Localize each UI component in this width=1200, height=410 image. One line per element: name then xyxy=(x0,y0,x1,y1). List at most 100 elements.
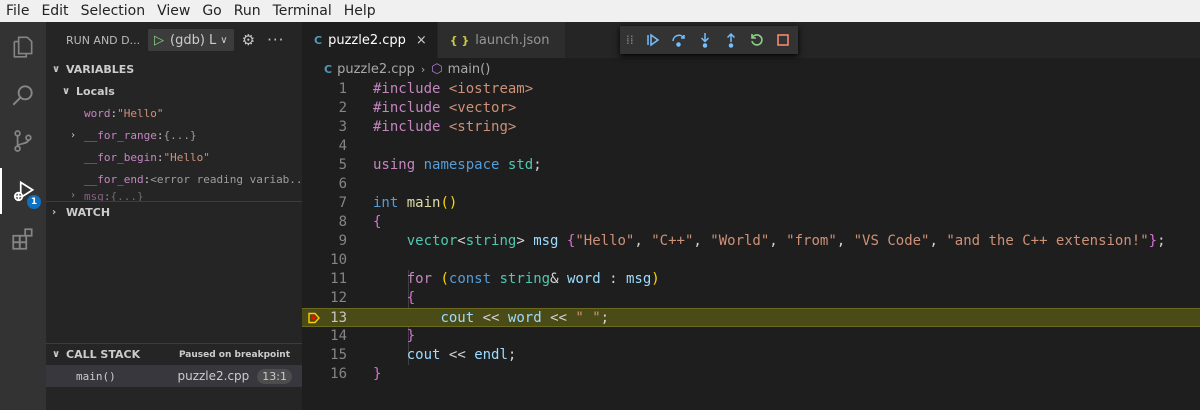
start-debug-icon[interactable]: ▷ xyxy=(154,33,164,48)
step-out-icon[interactable] xyxy=(718,27,744,53)
breadcrumb-file[interactable]: puzzle2.cpp xyxy=(337,62,415,77)
line-number[interactable]: 14 xyxy=(302,327,347,346)
code-text: { xyxy=(373,214,382,230)
line-number[interactable]: 1 xyxy=(302,80,347,99)
tab-label: launch.json xyxy=(475,32,550,48)
stack-frame[interactable]: main() puzzle2.cpp 13:1 xyxy=(46,365,302,387)
code-line[interactable]: 11 for (const string& word : msg) xyxy=(302,270,1200,289)
variable-name: __for_range xyxy=(84,128,157,142)
line-number[interactable]: 10 xyxy=(302,251,347,270)
explorer-icon[interactable] xyxy=(0,24,46,70)
line-number[interactable]: 7 xyxy=(302,194,347,213)
call-stack-section-header[interactable]: ∨ CALL STACK Paused on breakpoint xyxy=(46,343,302,365)
source-control-icon[interactable] xyxy=(0,118,46,164)
watch-header-label: WATCH xyxy=(66,206,111,219)
locals-label: Locals xyxy=(76,84,115,98)
launch-config-label: (gdb) L xyxy=(170,32,217,48)
code-line[interactable]: 14 } xyxy=(302,327,1200,346)
launch-config-select[interactable]: ▷ (gdb) L ∨ xyxy=(148,29,234,51)
current-code-line[interactable]: 13 cout << word << " "; xyxy=(302,308,1200,327)
code-line[interactable]: 1 #include <iostream> xyxy=(302,80,1200,99)
menu-selection[interactable]: Selection xyxy=(75,0,152,22)
continue-icon[interactable] xyxy=(640,27,666,53)
code-line[interactable]: 16} xyxy=(302,365,1200,384)
code-line[interactable]: 9 vector<string> msg {"Hello", "C++", "W… xyxy=(302,232,1200,251)
line-number[interactable]: 11 xyxy=(302,270,347,289)
line-number[interactable]: 5 xyxy=(302,156,347,175)
line-number[interactable]: 12 xyxy=(302,289,347,308)
gear-icon[interactable]: ⚙ xyxy=(242,31,255,49)
cpp-file-icon: C xyxy=(324,62,333,76)
code-line[interactable]: 12 { xyxy=(302,289,1200,308)
menu-file[interactable]: File xyxy=(0,0,35,22)
code-line[interactable]: 15 cout << endl; xyxy=(302,346,1200,365)
line-number[interactable]: 15 xyxy=(302,346,347,365)
close-icon[interactable]: × xyxy=(416,33,427,48)
locals-scope[interactable]: ∨ Locals xyxy=(46,80,302,102)
code-text: cout << endl; xyxy=(406,347,517,363)
variable-sep: : xyxy=(110,106,118,120)
variable-sep: : xyxy=(156,128,164,142)
line-number[interactable]: 6 xyxy=(302,175,347,194)
debug-sidebar: RUN AND D... ▷ (gdb) L ∨ ⚙ ··· ∨ VARIABL… xyxy=(46,22,302,410)
search-icon[interactable] xyxy=(0,72,46,118)
chevron-down-icon: ∨ xyxy=(62,85,71,97)
stop-icon[interactable] xyxy=(770,27,796,53)
variables-header-label: VARIABLES xyxy=(66,62,135,76)
tab-puzzle2-cpp[interactable]: C puzzle2.cpp × xyxy=(302,22,438,58)
menu-terminal[interactable]: Terminal xyxy=(267,0,338,22)
more-actions-icon[interactable]: ··· xyxy=(267,31,284,49)
code-line[interactable]: 5 using namespace std; xyxy=(302,156,1200,175)
menu-view[interactable]: View xyxy=(151,0,196,22)
variables-section-header[interactable]: ∨ VARIABLES xyxy=(46,58,302,80)
code-editor[interactable]: 1 #include <iostream> 2 #include <vector> 3 #… xyxy=(302,80,1200,410)
line-number[interactable]: 3 xyxy=(302,118,347,137)
restart-icon[interactable] xyxy=(744,27,770,53)
code-line[interactable]: 6 xyxy=(302,175,1200,194)
variable-row[interactable]: › __for_range: {...} xyxy=(46,124,302,146)
code-line[interactable]: 4 xyxy=(302,137,1200,156)
menu-run[interactable]: Run xyxy=(228,0,267,22)
code-text: int main() xyxy=(373,195,458,211)
debug-badge: 1 xyxy=(27,195,41,209)
code-line[interactable]: 2 #include <vector> xyxy=(302,99,1200,118)
variable-row[interactable]: __for_begin: "Hello" xyxy=(46,146,302,168)
run-debug-icon[interactable]: 1 xyxy=(0,168,46,214)
code-text: vector<string> msg {"Hello", "C++", "Wor… xyxy=(406,233,1166,249)
breadcrumb-symbol[interactable]: main() xyxy=(448,62,491,77)
drag-handle-icon[interactable]: ⁞⁞ xyxy=(626,33,640,47)
extensions-icon[interactable] xyxy=(0,216,46,262)
watch-section-header[interactable]: › WATCH xyxy=(46,201,302,223)
breadcrumb: C puzzle2.cpp › ⬡ main() xyxy=(302,58,1200,80)
code-line[interactable]: 10 xyxy=(302,251,1200,270)
chevron-down-icon: ∨ xyxy=(52,63,61,75)
stack-frame-position: 13:1 xyxy=(257,368,292,384)
activity-bar: 1 xyxy=(0,22,46,410)
variable-value: "Hello" xyxy=(117,106,164,120)
menu-help[interactable]: Help xyxy=(338,0,382,22)
variable-row[interactable]: __for_end: <error reading variab... xyxy=(46,168,302,190)
line-number[interactable]: 2 xyxy=(302,99,347,118)
variable-row[interactable]: word: "Hello" xyxy=(46,102,302,124)
step-into-icon[interactable] xyxy=(692,27,718,53)
tab-label: puzzle2.cpp xyxy=(328,32,406,48)
menu-go[interactable]: Go xyxy=(196,0,227,22)
variable-sep: : xyxy=(143,172,151,186)
paused-status: Paused on breakpoint xyxy=(178,349,290,360)
line-number[interactable]: 9 xyxy=(302,232,347,251)
menu-edit[interactable]: Edit xyxy=(35,0,74,22)
chevron-right-icon: › xyxy=(70,190,77,201)
breakpoint-stopped-icon[interactable] xyxy=(308,312,320,324)
line-number[interactable]: 8 xyxy=(302,213,347,232)
line-number[interactable]: 4 xyxy=(302,137,347,156)
code-line[interactable]: 3 #include <string> xyxy=(302,118,1200,137)
debug-toolbar: ⁞⁞ xyxy=(620,26,798,54)
tab-launch-json[interactable]: { } launch.json xyxy=(437,22,567,58)
variable-value: <error reading variab... xyxy=(150,172,302,186)
code-line[interactable]: 7 int main() xyxy=(302,194,1200,213)
chevron-right-icon: › xyxy=(70,129,77,141)
step-over-icon[interactable] xyxy=(666,27,692,53)
line-number[interactable]: 16 xyxy=(302,365,347,384)
code-line[interactable]: 8{ xyxy=(302,213,1200,232)
chevron-right-icon: › xyxy=(52,207,57,218)
